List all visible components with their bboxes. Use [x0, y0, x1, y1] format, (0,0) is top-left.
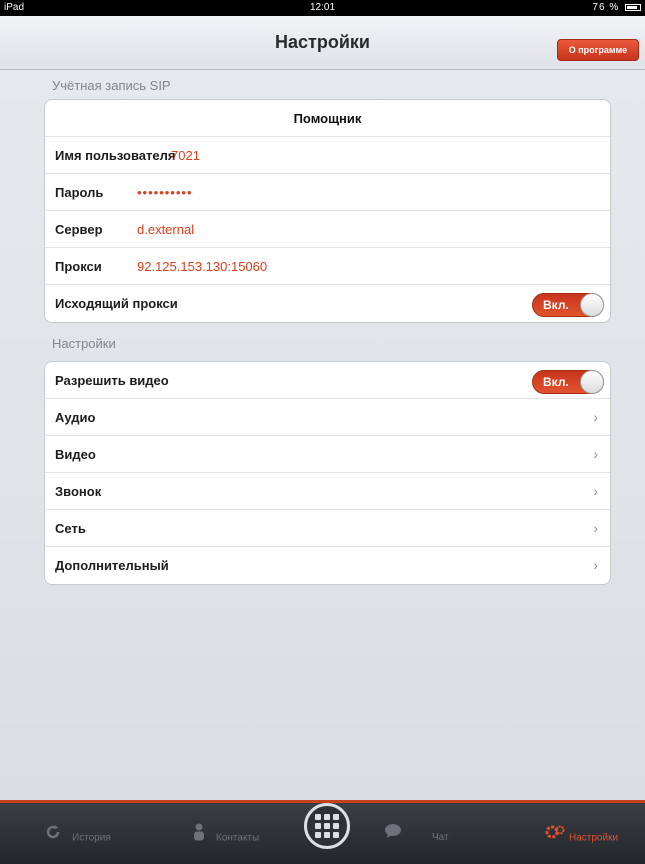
tab-label: Чат — [432, 831, 449, 843]
settings-item-label: Аудио — [55, 410, 96, 425]
settings-item-video[interactable]: Видео › — [45, 436, 610, 473]
proxy-value[interactable]: 92.125.153.130:15060 — [137, 248, 267, 285]
username-value[interactable]: 7021 — [171, 137, 200, 174]
server-row[interactable]: Сервер d.external — [45, 211, 610, 248]
dialpad-dot — [324, 823, 330, 829]
proxy-row[interactable]: Прокси 92.125.153.130:15060 — [45, 248, 610, 285]
about-button[interactable]: О программе — [557, 39, 639, 61]
outbound-proxy-toggle[interactable]: Вкл. — [532, 293, 604, 317]
dialpad-dot — [324, 814, 330, 820]
username-label: Имя пользователя — [55, 148, 176, 163]
settings-item-advanced[interactable]: Дополнительный › — [45, 547, 610, 584]
outbound-proxy-label: Исходящий прокси — [55, 296, 178, 311]
status-time: 12:01 — [309, 2, 336, 13]
password-value[interactable]: •••••••••• — [137, 174, 193, 211]
password-row[interactable]: Пароль •••••••••• — [45, 174, 610, 211]
wizard-row[interactable]: Помощник — [45, 100, 610, 137]
server-value[interactable]: d.external — [137, 211, 194, 248]
chevron-right-icon: › — [593, 557, 598, 573]
enable-video-toggle[interactable]: Вкл. — [532, 370, 604, 394]
password-label: Пароль — [55, 185, 104, 200]
dialpad-button[interactable] — [304, 803, 350, 849]
dialpad-dot — [315, 814, 321, 820]
settings-item-network[interactable]: Сеть › — [45, 510, 610, 547]
outbound-proxy-toggle-label: Вкл. — [543, 298, 569, 312]
chevron-right-icon: › — [593, 483, 598, 499]
username-row[interactable]: Имя пользователя 7021 — [45, 137, 610, 174]
chevron-right-icon: › — [593, 520, 598, 536]
battery-percent: 76 % — [592, 2, 620, 13]
page-title: Настройки — [275, 32, 370, 52]
status-right: 76 % — [592, 0, 641, 16]
dialpad-dot — [315, 823, 321, 829]
tab-label: История — [72, 832, 111, 844]
toggle-knob — [580, 370, 604, 394]
chat-bubble-icon — [384, 823, 402, 851]
chevron-right-icon: › — [593, 409, 598, 425]
status-bar: iPad 12:01 76 % — [0, 0, 645, 16]
battery-icon — [625, 3, 641, 11]
tab-settings[interactable]: Настройки — [544, 823, 618, 851]
enable-video-label: Разрешить видео — [55, 373, 169, 388]
settings-item-call[interactable]: Звонок › — [45, 473, 610, 510]
navigation-bar: Настройки О программе — [0, 16, 645, 70]
settings-item-audio[interactable]: Аудио › — [45, 399, 610, 436]
enable-video-toggle-label: Вкл. — [543, 375, 569, 389]
tab-chat[interactable]: Чат — [384, 823, 449, 851]
enable-video-row: Разрешить видео Вкл. — [45, 362, 610, 399]
tab-contacts[interactable]: Контакты — [192, 823, 259, 851]
dialpad-dot — [333, 823, 339, 829]
sip-account-group: Помощник Имя пользователя 7021 Пароль ••… — [44, 99, 611, 323]
chevron-right-icon: › — [593, 446, 598, 462]
dialpad-dot — [333, 814, 339, 820]
tab-history[interactable]: История — [44, 823, 111, 851]
settings-item-label: Дополнительный — [55, 558, 169, 573]
tab-label: Контакты — [216, 832, 260, 844]
server-label: Сервер — [55, 222, 103, 237]
settings-item-label: Сеть — [55, 521, 86, 536]
toggle-knob — [580, 293, 604, 317]
dialpad-dot — [315, 832, 321, 838]
settings-group: Разрешить видео Вкл. Аудио › Видео › Зво… — [44, 361, 611, 585]
outbound-proxy-row: Исходящий прокси Вкл. — [45, 285, 610, 322]
gear-icon — [544, 823, 566, 853]
dialpad-dot — [333, 832, 339, 838]
sip-section-header: Учётная запись SIP — [52, 78, 171, 93]
settings-item-label: Видео — [55, 447, 96, 462]
settings-item-label: Звонок — [55, 484, 102, 499]
dialpad-dot — [324, 832, 330, 838]
settings-section-header: Настройки — [52, 336, 116, 351]
history-icon — [44, 823, 62, 853]
tab-label: Настройки — [569, 832, 619, 844]
person-icon — [192, 823, 206, 853]
proxy-label: Прокси — [55, 259, 102, 274]
